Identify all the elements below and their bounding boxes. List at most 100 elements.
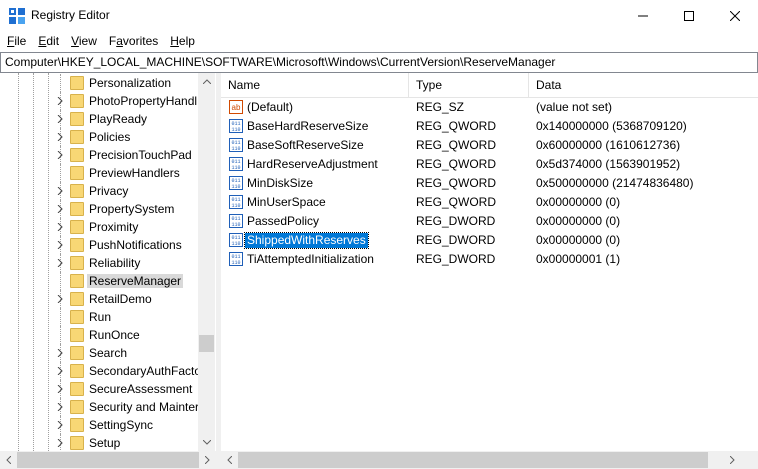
tree-connector	[60, 164, 61, 182]
value-name: TiAttemptedInitialization	[247, 252, 374, 266]
tree-item[interactable]: Search	[0, 344, 198, 362]
tree-item[interactable]: Reliability	[0, 254, 198, 272]
folder-icon	[70, 238, 84, 252]
chevron-right-icon[interactable]	[56, 385, 64, 393]
values-scroll-left-button[interactable]	[221, 451, 238, 468]
value-data: 0x500000000 (21474836480)	[536, 176, 694, 190]
tree-item[interactable]: PushNotifications	[0, 236, 198, 254]
chevron-right-icon[interactable]	[56, 133, 64, 141]
chevron-right-icon[interactable]	[56, 223, 64, 231]
tree-item[interactable]: PlayReady	[0, 110, 198, 128]
binary-value-icon: 011110	[229, 119, 243, 133]
folder-icon	[70, 364, 84, 378]
tree-item[interactable]: Policies	[0, 128, 198, 146]
menu-view[interactable]: View	[65, 31, 103, 51]
value-name: ShippedWithReserves	[244, 232, 369, 249]
value-row[interactable]: ab (Default) REG_SZ (value not set)	[221, 98, 758, 117]
chevron-right-icon[interactable]	[56, 439, 64, 447]
chevron-left-icon	[227, 455, 232, 464]
values-scroll-right-button[interactable]	[724, 451, 741, 468]
tree-item-label: RunOnce	[89, 328, 140, 342]
value-data: 0x00000001 (1)	[536, 252, 621, 266]
tree-item[interactable]: ReserveManager	[0, 272, 198, 290]
value-data: 0x60000000 (1610612736)	[536, 138, 681, 152]
value-row[interactable]: 011 110 BaseHardReserveSize REG_QWORD 0x1400…	[221, 117, 758, 136]
value-row[interactable]: 011 110 PassedPolicy REG_DWORD 0x00000000 (0…	[221, 212, 758, 231]
chevron-right-icon[interactable]	[56, 349, 64, 357]
tree-item[interactable]: Personalization	[0, 74, 198, 92]
scroll-down-button[interactable]	[198, 434, 215, 451]
folder-icon	[70, 346, 84, 360]
chevron-right-icon[interactable]	[56, 187, 64, 195]
chevron-right-icon[interactable]	[56, 205, 64, 213]
tree-item[interactable]: SecondaryAuthFacto	[0, 362, 198, 380]
menu-edit[interactable]: Edit	[32, 31, 65, 51]
value-row[interactable]: 011 110 BaseSoftReserveSize REG_QWORD 0x6000…	[221, 136, 758, 155]
scroll-up-button[interactable]	[198, 73, 215, 90]
tree-item[interactable]: Security and Mainter	[0, 398, 198, 416]
chevron-right-icon[interactable]	[56, 151, 64, 159]
menu-favorites[interactable]: Favorites	[103, 31, 164, 51]
tree-item[interactable]: SecureAssessment	[0, 380, 198, 398]
tree-item[interactable]: SettingSync	[0, 416, 198, 434]
binary-value-icon: 011110	[229, 214, 243, 228]
value-row[interactable]: 011 110 ShippedWithReserves REG_DWORD 0x0000…	[221, 231, 758, 250]
menu-bar: File Edit View Favorites Help	[0, 31, 758, 51]
tree-vertical-scrollbar[interactable]	[198, 73, 215, 451]
values-hscroll-thumb[interactable]	[238, 452, 708, 468]
svg-text:110: 110	[231, 241, 240, 247]
chevron-right-icon[interactable]	[56, 97, 64, 105]
chevron-right-icon[interactable]	[56, 115, 64, 123]
chevron-right-icon[interactable]	[56, 241, 64, 249]
tree-scroll-right-button[interactable]	[199, 451, 216, 468]
tree-item-label: Run	[89, 310, 112, 324]
menu-help[interactable]: Help	[164, 31, 201, 51]
close-button[interactable]	[712, 0, 758, 31]
chevron-right-icon[interactable]	[56, 295, 64, 303]
tree-hscroll-thumb[interactable]	[17, 452, 199, 468]
folder-icon	[70, 436, 84, 450]
column-header-type[interactable]: Type	[409, 73, 529, 98]
tree-item-label: Security and Mainter	[89, 400, 198, 414]
value-row[interactable]: 011 110 HardReserveAdjustment REG_QWORD 0x5d…	[221, 155, 758, 174]
chevron-right-icon[interactable]	[56, 403, 64, 411]
column-header-name[interactable]: Name	[221, 73, 409, 98]
tree-item[interactable]: Setup	[0, 434, 198, 451]
value-row[interactable]: 011 110 TiAttemptedInitialization REG_DWORD…	[221, 250, 758, 269]
close-icon	[730, 10, 740, 21]
tree-item[interactable]: RunOnce	[0, 326, 198, 344]
chevron-right-icon[interactable]	[56, 421, 64, 429]
minimize-icon	[638, 15, 648, 16]
tree-item[interactable]: RetailDemo	[0, 290, 198, 308]
tree-item[interactable]: PrecisionTouchPad	[0, 146, 198, 164]
tree-item[interactable]: PreviewHandlers	[0, 164, 198, 182]
registry-editor-icon	[9, 8, 25, 24]
tree-connector	[60, 74, 61, 92]
folder-icon	[70, 328, 84, 342]
tree-item-label: PropertySystem	[89, 202, 175, 216]
chevron-right-icon[interactable]	[56, 367, 64, 375]
tree-item[interactable]: PropertySystem	[0, 200, 198, 218]
tree-scroll-left-button[interactable]	[0, 451, 17, 468]
tree-vscroll-thumb[interactable]	[199, 335, 214, 352]
column-header-data[interactable]: Data	[529, 73, 758, 98]
value-name: BaseHardReserveSize	[247, 119, 369, 133]
value-row[interactable]: 011 110 MinDiskSize REG_QWORD 0x500000000 (2…	[221, 174, 758, 193]
folder-icon	[70, 310, 84, 324]
tree-item[interactable]: Privacy	[0, 182, 198, 200]
minimize-button[interactable]	[620, 0, 666, 31]
value-data: (value not set)	[536, 100, 613, 114]
values-horizontal-scrollbar[interactable]	[221, 451, 758, 469]
chevron-down-icon	[202, 440, 211, 445]
tree-item[interactable]: Run	[0, 308, 198, 326]
tree-item[interactable]: Proximity	[0, 218, 198, 236]
maximize-button[interactable]	[666, 0, 712, 31]
tree-horizontal-scrollbar[interactable]	[0, 451, 216, 469]
value-row[interactable]: 011 110 MinUserSpace REG_QWORD 0x00000000 (0…	[221, 193, 758, 212]
chevron-right-icon[interactable]	[56, 259, 64, 267]
folder-icon	[70, 112, 84, 126]
tree-item[interactable]: PhotoPropertyHandl	[0, 92, 198, 110]
value-type: REG_QWORD	[416, 138, 497, 152]
address-bar[interactable]: Computer\HKEY_LOCAL_MACHINE\SOFTWARE\Mic…	[0, 52, 758, 73]
menu-file[interactable]: File	[0, 31, 32, 51]
